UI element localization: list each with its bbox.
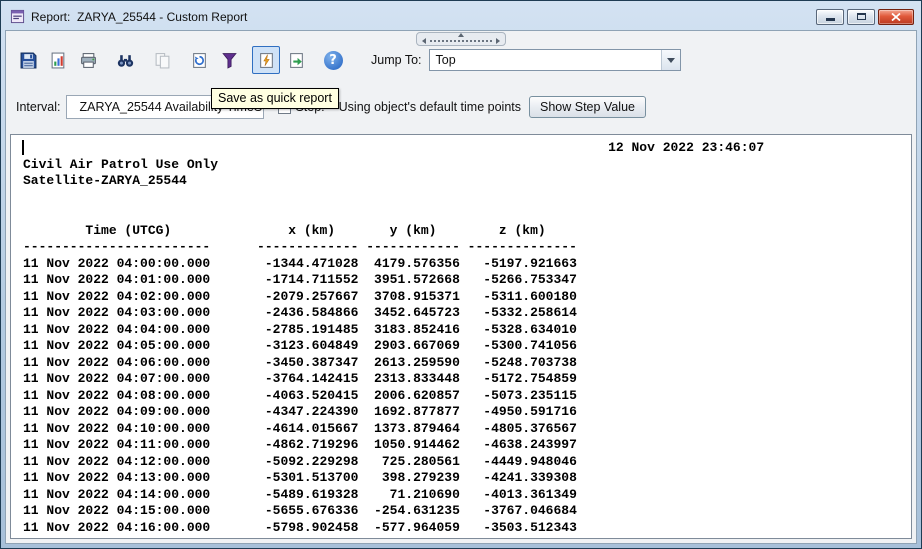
grip-dots — [430, 40, 492, 42]
help-icon: ? — [323, 50, 343, 70]
show-step-value-button[interactable]: Show Step Value — [529, 96, 646, 118]
find-binoculars-icon — [117, 54, 133, 67]
report-view[interactable]: 12 Nov 2022 23:46:07 Civil Air Patrol Us… — [10, 134, 912, 539]
scroll-left-icon — [422, 38, 426, 44]
jump-to-combobox[interactable]: Top — [428, 49, 681, 71]
copy-icon — [155, 52, 169, 68]
find-button[interactable] — [111, 46, 139, 74]
minimize-icon — [825, 18, 835, 21]
jump-to-value: Top — [435, 53, 456, 67]
help-button[interactable]: ? — [319, 46, 347, 74]
interval-label: Interval: — [16, 100, 61, 114]
export-report-button[interactable] — [44, 46, 72, 74]
save-as-quick-report-button[interactable] — [252, 46, 280, 74]
tooltip: Save as quick report — [211, 88, 339, 109]
report-export-icon — [51, 52, 64, 68]
print-icon — [80, 52, 96, 68]
minimize-button[interactable] — [816, 8, 844, 25]
jump-to-label: Jump To: — [371, 53, 422, 67]
toolbar: ? Jump To: Top — [14, 45, 681, 75]
quick-report-load-icon — [289, 52, 303, 68]
report-window-icon — [10, 9, 26, 25]
dropdown-arrow-icon[interactable] — [660, 50, 680, 70]
copy-button — [148, 46, 176, 74]
collapse-pane-icon — [458, 33, 464, 37]
scroll-right-icon — [496, 38, 500, 44]
maximize-button[interactable] — [847, 8, 875, 25]
load-quick-report-button[interactable] — [282, 46, 310, 74]
title-bar[interactable]: Report: ZARYA_25544 - Custom Report — [4, 4, 918, 29]
refresh-report-icon — [192, 52, 206, 68]
save-button[interactable] — [14, 46, 42, 74]
pane-resize-handle[interactable] — [416, 32, 506, 46]
units-button[interactable] — [215, 46, 243, 74]
text-caret — [22, 140, 24, 155]
units-funnel-icon — [221, 52, 237, 69]
close-icon — [891, 12, 901, 21]
window-title: Report: ZARYA_25544 - Custom Report — [31, 9, 248, 24]
window-content: ? Jump To: Top Interval: ZARYA_25544 Ava… — [5, 30, 917, 544]
print-button[interactable] — [74, 46, 102, 74]
maximize-icon — [856, 13, 866, 20]
quick-report-icon — [259, 52, 273, 68]
save-icon — [20, 52, 36, 68]
refresh-report-button[interactable] — [185, 46, 213, 74]
report-window: Report: ZARYA_25544 - Custom Report ? Ju… — [0, 0, 922, 549]
report-text: 12 Nov 2022 23:46:07 Civil Air Patrol Us… — [23, 140, 765, 538]
step-note: Using object's default time points — [338, 100, 521, 114]
close-button[interactable] — [878, 8, 914, 25]
